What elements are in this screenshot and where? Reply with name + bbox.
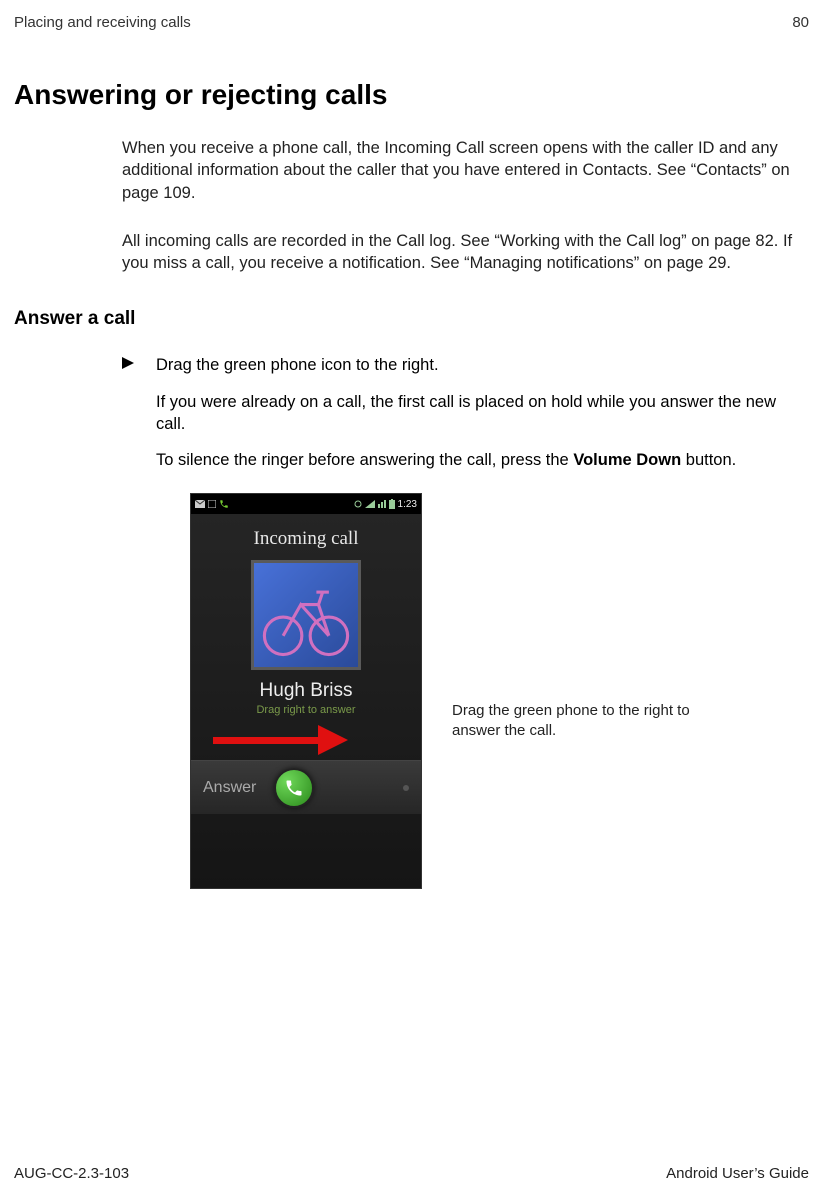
section-heading: Answer a call	[0, 274, 827, 330]
step-paragraph-2: To silence the ringer before answering t…	[156, 449, 809, 471]
intro-paragraph-1: When you receive a phone call, the Incom…	[122, 137, 809, 204]
network-icon	[378, 500, 386, 508]
chapter-title: Placing and receiving calls	[14, 14, 191, 31]
doc-id: AUG-CC-2.3-103	[14, 1165, 129, 1182]
step-para2-tail: button.	[681, 451, 736, 469]
app-icon	[208, 500, 216, 508]
phone-screenshot: 1:23 Incoming call	[190, 493, 422, 889]
slider-dot	[403, 785, 409, 791]
page-title: Answering or rejecting calls	[0, 31, 827, 111]
answer-slider[interactable]: Answer	[191, 760, 421, 814]
status-bar: 1:23	[191, 494, 421, 514]
step-paragraph-1: If you were already on a call, the first…	[156, 391, 809, 436]
step-bullet-icon	[122, 354, 156, 372]
signal-icon	[365, 500, 375, 508]
volume-down-label: Volume Down	[573, 451, 681, 469]
slider-label: Answer	[203, 779, 256, 797]
drag-hint: Drag right to answer	[256, 704, 355, 716]
gps-icon	[354, 500, 362, 508]
green-phone-button[interactable]	[274, 768, 314, 808]
step-lead: Drag the green phone icon to the right.	[156, 354, 809, 376]
phone-status-icon	[219, 499, 229, 509]
contact-photo	[251, 560, 361, 670]
caller-name: Hugh Briss	[260, 680, 353, 702]
bicycle-icon	[254, 563, 358, 667]
battery-icon	[389, 499, 395, 509]
annotation-arrow	[213, 728, 353, 752]
step-para2-prefix: To silence the ringer before answering t…	[156, 451, 573, 469]
mail-icon	[195, 500, 205, 508]
intro-paragraph-2: All incoming calls are recorded in the C…	[122, 230, 809, 275]
guide-name: Android User’s Guide	[666, 1165, 809, 1182]
incoming-call-label: Incoming call	[254, 528, 359, 550]
status-time: 1:23	[398, 499, 417, 510]
phone-icon	[284, 778, 304, 798]
page-number: 80	[792, 14, 809, 31]
figure-caption: Drag the green phone to the right to ans…	[452, 701, 712, 742]
